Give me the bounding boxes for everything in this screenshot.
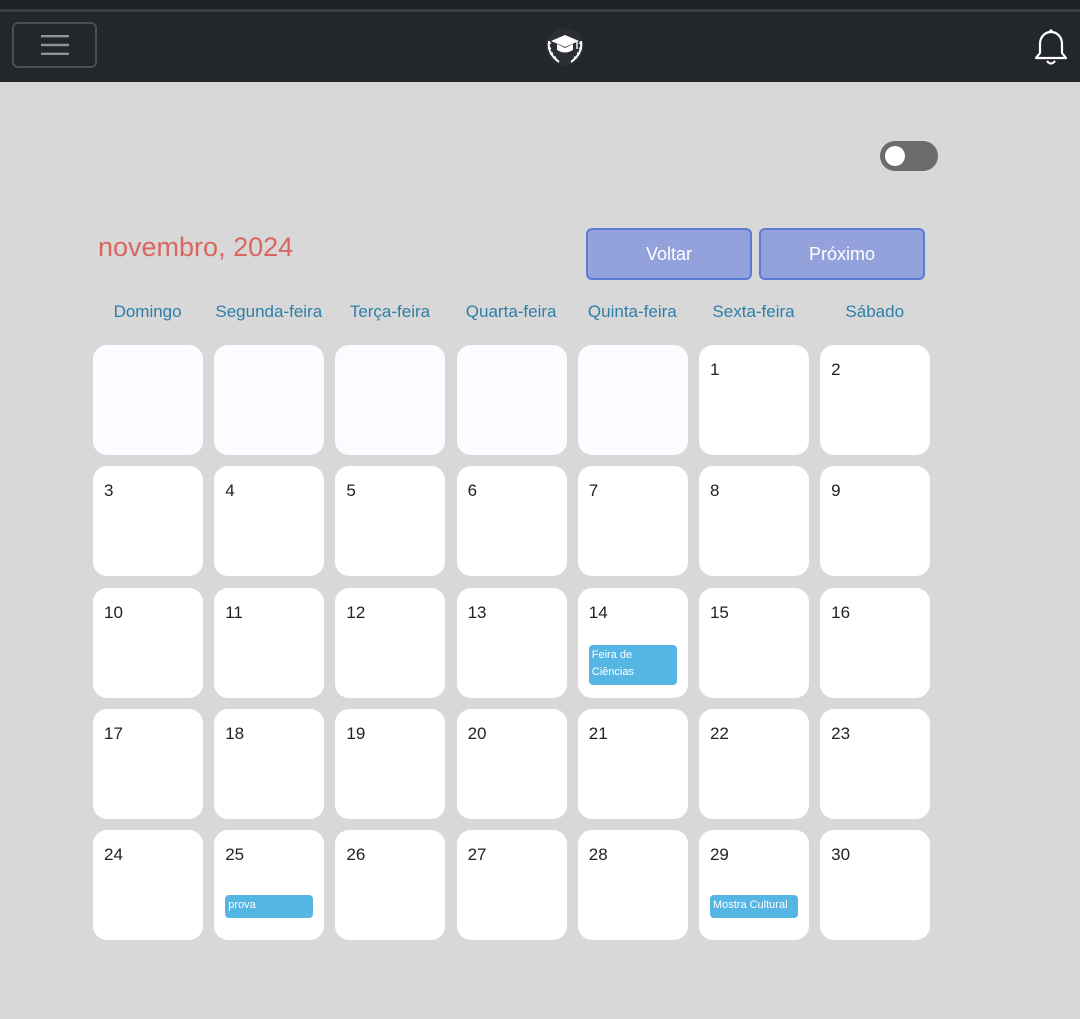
day-number: 11 — [225, 602, 243, 622]
day-number: 6 — [467, 481, 478, 501]
day-number: 18 — [225, 723, 245, 743]
day-number: 8 — [709, 481, 720, 501]
calendar-day-cell[interactable]: 23 — [820, 708, 931, 819]
calendar-day-cell[interactable]: 15 — [698, 587, 809, 698]
hamburger-icon — [40, 35, 69, 55]
day-number: 30 — [831, 845, 851, 865]
calendar-day-cell[interactable]: 13 — [456, 587, 567, 698]
calendar-day-cell[interactable]: 1 — [698, 345, 809, 455]
previous-month-button[interactable]: Voltar — [586, 228, 752, 280]
menu-toggle-button[interactable] — [12, 22, 97, 68]
day-number: 3 — [104, 481, 114, 501]
weekday-label: Quinta-feira — [587, 302, 677, 321]
next-month-button[interactable]: Próximo — [759, 228, 925, 280]
day-number: 14 — [588, 602, 608, 622]
weekday-label: Quarta-feira — [465, 302, 557, 321]
weekday-header-row: Domingo Segunda-feira Terça-feira Quarta… — [87, 302, 936, 322]
day-number: 20 — [467, 723, 487, 743]
event-badge[interactable]: prova — [225, 895, 314, 919]
calendar-day-cell[interactable]: 19 — [335, 708, 446, 819]
calendar-day-cell[interactable]: 28 — [577, 830, 688, 941]
day-number: 1 — [709, 360, 720, 379]
calendar-day-cell[interactable]: 30 — [820, 830, 931, 941]
day-number: 28 — [588, 845, 608, 865]
day-number: 15 — [709, 602, 729, 622]
day-number: 24 — [104, 845, 123, 865]
calendar-empty-cell — [577, 345, 688, 455]
weekday-label: Domingo — [113, 302, 182, 321]
day-number: 7 — [588, 481, 599, 501]
day-number: 9 — [831, 481, 841, 501]
calendar-day-cell[interactable]: 5 — [335, 466, 446, 577]
calendar-day-cell[interactable]: 12 — [335, 587, 446, 698]
day-number: 13 — [467, 602, 487, 622]
event-badge[interactable]: Feira de Ciências — [588, 644, 677, 685]
day-number: 19 — [346, 723, 366, 743]
weekday-label: Sábado — [845, 302, 905, 321]
toggle-knob — [885, 146, 905, 166]
calendar-day-cell[interactable]: 27 — [456, 830, 567, 941]
day-number: 16 — [831, 602, 851, 622]
calendar-day-cell[interactable]: 24 — [93, 830, 203, 941]
day-number: 29 — [709, 845, 729, 865]
calendar-day-cell[interactable]: 21 — [577, 708, 688, 819]
day-number: 21 — [588, 723, 608, 743]
calendar-day-cell[interactable]: 7 — [577, 466, 688, 577]
day-number: 27 — [467, 845, 487, 865]
event-badge[interactable]: Mostra Cultural — [709, 895, 798, 919]
calendar-day-cell[interactable]: 9 — [820, 466, 931, 577]
calendar-day-cell[interactable]: 3 — [93, 466, 203, 577]
calendar-day-cell[interactable]: 10 — [93, 587, 203, 698]
calendar-day-cell[interactable]: 11 — [214, 587, 325, 698]
bell-icon[interactable] — [1033, 28, 1069, 68]
calendar-day-cell[interactable]: 4 — [214, 466, 325, 577]
day-number: 25 — [225, 845, 245, 865]
calendar-day-cell[interactable]: 14 Feira de Ciências — [577, 587, 688, 698]
calendar-day-cell[interactable]: 2 — [820, 345, 931, 455]
calendar-day-cell[interactable]: 16 — [820, 587, 931, 698]
day-number: 5 — [346, 481, 356, 501]
weekday-label: Sexta-feira — [712, 302, 795, 321]
calendar-grid: 1 2 3 4 5 6 7 8 9 10 11 12 13 14 Feira de… — [87, 340, 936, 946]
calendar-day-cell[interactable]: 17 — [93, 708, 203, 819]
day-number: 2 — [831, 360, 841, 379]
day-number: 22 — [709, 723, 729, 743]
calendar-empty-cell — [456, 345, 567, 455]
day-number: 26 — [346, 845, 366, 865]
calendar-day-cell[interactable]: 26 — [335, 830, 446, 941]
calendar-empty-cell — [214, 345, 325, 455]
calendar-empty-cell — [335, 345, 446, 455]
theme-toggle-switch[interactable] — [880, 141, 938, 171]
graduation-cap-logo-icon[interactable] — [541, 27, 589, 67]
calendar-day-cell[interactable]: 25 prova — [214, 830, 325, 941]
day-number: 10 — [104, 602, 123, 622]
calendar-empty-cell — [93, 345, 203, 455]
day-number: 17 — [104, 723, 123, 743]
navbar — [0, 9, 1080, 82]
day-number: 12 — [346, 602, 366, 622]
weekday-label: Segunda-feira — [215, 302, 323, 321]
day-number: 4 — [225, 481, 235, 501]
calendar-day-cell[interactable]: 22 — [698, 708, 809, 819]
calendar-day-cell[interactable]: 8 — [698, 466, 809, 577]
top-edge-bar — [0, 0, 1080, 9]
weekday-label: Terça-feira — [349, 302, 431, 321]
calendar-day-cell[interactable]: 29 Mostra Cultural — [698, 830, 809, 941]
calendar-day-cell[interactable]: 18 — [214, 708, 325, 819]
calendar-day-cell[interactable]: 6 — [456, 466, 567, 577]
month-title: novembro, 2024 — [98, 232, 294, 262]
calendar-day-cell[interactable]: 20 — [456, 708, 567, 819]
day-number: 23 — [831, 723, 851, 743]
